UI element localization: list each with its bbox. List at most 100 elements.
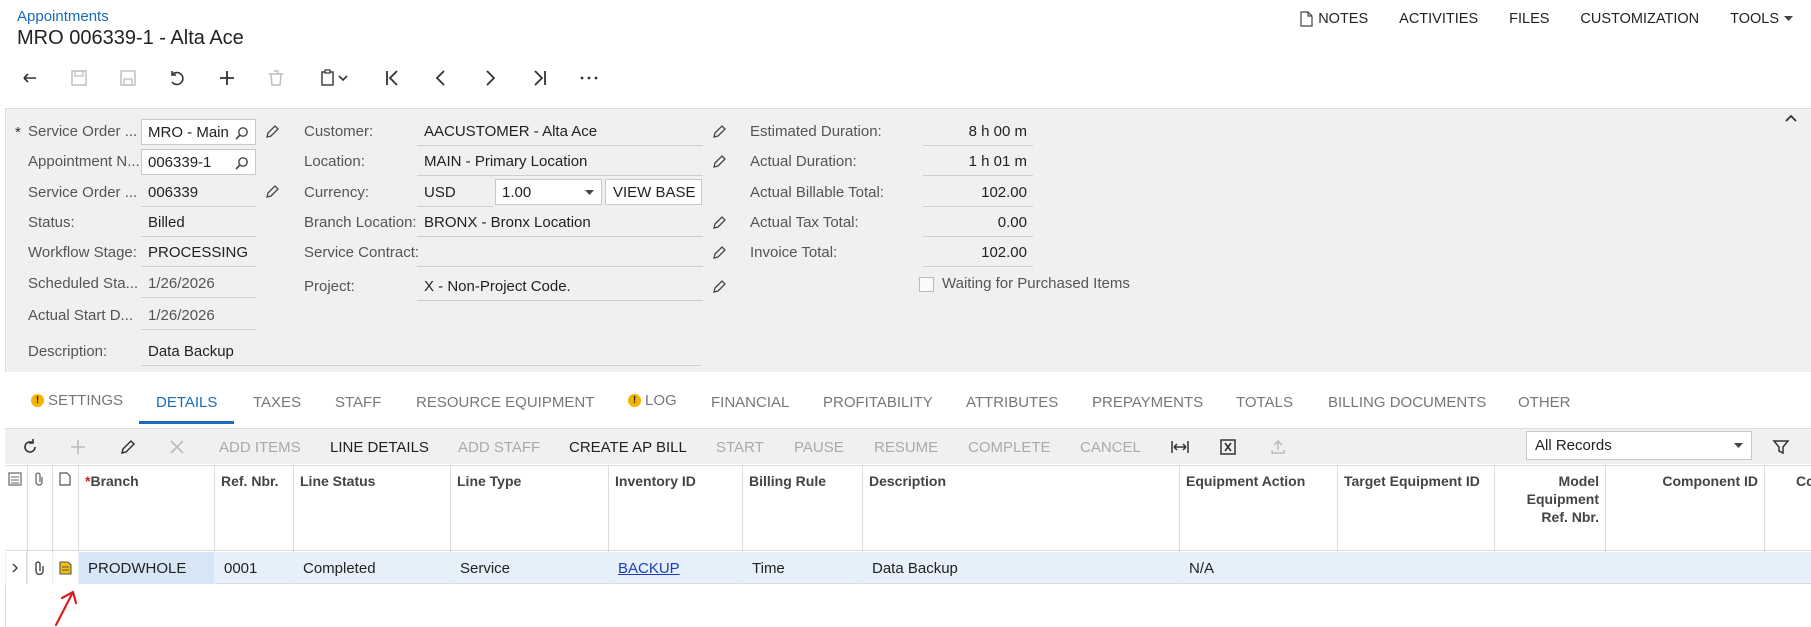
back-button[interactable] [18, 66, 42, 90]
cancel-button[interactable]: CANCEL [1080, 429, 1141, 465]
cell-line-type[interactable]: Service [450, 552, 608, 584]
tab-totals[interactable]: TOTALS [1236, 394, 1293, 411]
previous-record-button[interactable] [429, 66, 453, 90]
row-selector-header[interactable] [5, 466, 27, 552]
edit-pencil-icon[interactable] [711, 124, 727, 140]
column-header-equipment-action[interactable]: Equipment Action [1179, 466, 1337, 552]
edit-pencil-icon[interactable] [264, 184, 280, 200]
upload-button[interactable] [1269, 429, 1287, 465]
cell-equipment-action[interactable]: N/A [1179, 552, 1337, 584]
column-header-ref-nbr[interactable]: Ref. Nbr. [214, 466, 293, 552]
tab-details[interactable]: DETAILS [156, 394, 217, 411]
tab-settings[interactable]: ! SETTINGS [31, 392, 123, 409]
next-record-button[interactable] [478, 66, 502, 90]
delete-row-button[interactable] [169, 429, 185, 465]
column-header-description[interactable]: Description [862, 466, 1179, 552]
view-base-button[interactable]: VIEW BASE [605, 179, 702, 205]
files-button[interactable]: FILES [1509, 11, 1549, 27]
delete-button[interactable] [264, 66, 288, 90]
service-order-nbr-value[interactable]: 006339 [148, 184, 198, 201]
column-header-billing-rule[interactable]: Billing Rule [742, 466, 862, 552]
tools-menu[interactable]: TOOLS [1730, 11, 1793, 27]
column-header-branch[interactable]: *Branch [78, 466, 214, 552]
collapse-chevron-icon[interactable] [1784, 112, 1798, 126]
save-close-button[interactable] [67, 66, 91, 90]
tab-attributes[interactable]: ATTRIBUTES [966, 394, 1058, 411]
fit-columns-button[interactable] [1170, 429, 1190, 465]
description-value[interactable]: Data Backup [148, 343, 234, 360]
filter-button[interactable] [1772, 429, 1790, 465]
line-details-button[interactable]: LINE DETAILS [330, 429, 429, 465]
cell-inventory-id[interactable]: BACKUP [608, 552, 742, 584]
first-record-button[interactable] [380, 66, 404, 90]
tab-other[interactable]: OTHER [1518, 394, 1571, 411]
column-header-line-status[interactable]: Line Status [293, 466, 450, 552]
cell-branch[interactable]: PRODWHOLE [78, 552, 214, 584]
records-filter-select[interactable]: All Records [1526, 431, 1752, 460]
tab-billing-documents[interactable]: BILLING DOCUMENTS [1328, 394, 1486, 411]
save-button[interactable] [116, 66, 140, 90]
currency-rate-select[interactable]: 1.00 [495, 179, 602, 205]
cancel-changes-button[interactable] [165, 66, 189, 90]
search-icon[interactable] [235, 126, 249, 140]
start-button[interactable]: START [716, 429, 764, 465]
column-header-inventory-id[interactable]: Inventory ID [608, 466, 742, 552]
edit-pencil-icon[interactable] [711, 215, 727, 231]
cell-description[interactable]: Data Backup [862, 552, 1179, 584]
add-items-button[interactable]: ADD ITEMS [219, 429, 301, 465]
edit-pencil-icon[interactable] [264, 124, 280, 140]
service-order-type-input[interactable]: MRO - Main [141, 119, 256, 145]
project-value[interactable]: X - Non-Project Code. [424, 278, 571, 295]
tab-prepayments[interactable]: PREPAYMENTS [1092, 394, 1203, 411]
notes-header[interactable] [52, 466, 78, 552]
last-record-button[interactable] [528, 66, 552, 90]
table-row[interactable]: PRODWHOLE 0001 Completed Service BACKUP … [5, 552, 1811, 584]
pause-button[interactable]: PAUSE [794, 429, 844, 465]
cell-ref-nbr[interactable]: 0001 [214, 552, 293, 584]
edit-row-button[interactable] [119, 429, 137, 465]
refresh-button[interactable] [21, 429, 39, 465]
customization-button[interactable]: CUSTOMIZATION [1580, 11, 1699, 27]
appointment-nbr-input[interactable]: 006339-1 [141, 149, 256, 175]
export-excel-button[interactable] [1219, 429, 1237, 465]
attachments-header[interactable] [27, 466, 52, 552]
complete-button[interactable]: COMPLETE [968, 429, 1051, 465]
tab-financial[interactable]: FINANCIAL [711, 394, 789, 411]
inventory-id-link[interactable]: BACKUP [618, 560, 680, 577]
cell-line-status[interactable]: Completed [293, 552, 450, 584]
waiting-purchased-items-checkbox[interactable] [919, 277, 934, 292]
column-header-target-equipment-id[interactable]: Target Equipment ID [1337, 466, 1494, 552]
tab-log[interactable]: ! LOG [628, 392, 677, 409]
create-ap-bill-button[interactable]: CREATE AP BILL [569, 429, 687, 465]
notes-button[interactable]: NOTES [1300, 11, 1368, 27]
cell-billing-rule[interactable]: Time [742, 552, 862, 584]
row-note-button[interactable] [52, 552, 78, 584]
copy-paste-menu[interactable] [313, 66, 353, 90]
branch-location-value[interactable]: BRONX - Bronx Location [424, 214, 591, 231]
edit-pencil-icon[interactable] [711, 245, 727, 261]
activities-button[interactable]: ACTIVITIES [1399, 11, 1478, 27]
breadcrumb-appointments[interactable]: Appointments [17, 8, 109, 25]
column-header-component-id[interactable]: Component ID [1605, 466, 1764, 552]
tab-profitability[interactable]: PROFITABILITY [823, 394, 933, 411]
add-button[interactable] [215, 66, 239, 90]
project-label: Project: [304, 278, 355, 295]
add-staff-button[interactable]: ADD STAFF [458, 429, 540, 465]
location-value[interactable]: MAIN - Primary Location [424, 153, 587, 170]
edit-pencil-icon[interactable] [711, 279, 727, 295]
add-row-button[interactable] [69, 429, 87, 465]
column-header-line-type[interactable]: Line Type [450, 466, 608, 552]
tab-resource-equipment[interactable]: RESOURCE EQUIPMENT [416, 394, 594, 411]
tab-taxes[interactable]: TAXES [253, 394, 301, 411]
column-header-model-equipment-ref-nbr[interactable]: Model Equipment Ref. Nbr. [1494, 466, 1605, 552]
column-header-co[interactable]: Co [1764, 466, 1811, 552]
search-icon[interactable] [235, 156, 249, 170]
row-attachment-button[interactable] [27, 552, 52, 584]
resume-button[interactable]: RESUME [874, 429, 938, 465]
more-actions-button[interactable] [577, 66, 601, 90]
currency-value[interactable]: USD [424, 184, 456, 201]
customer-value[interactable]: AACUSTOMER - Alta Ace [424, 123, 597, 140]
edit-pencil-icon[interactable] [711, 154, 727, 170]
tab-staff[interactable]: STAFF [335, 394, 381, 411]
row-expand-toggle[interactable] [5, 552, 27, 584]
